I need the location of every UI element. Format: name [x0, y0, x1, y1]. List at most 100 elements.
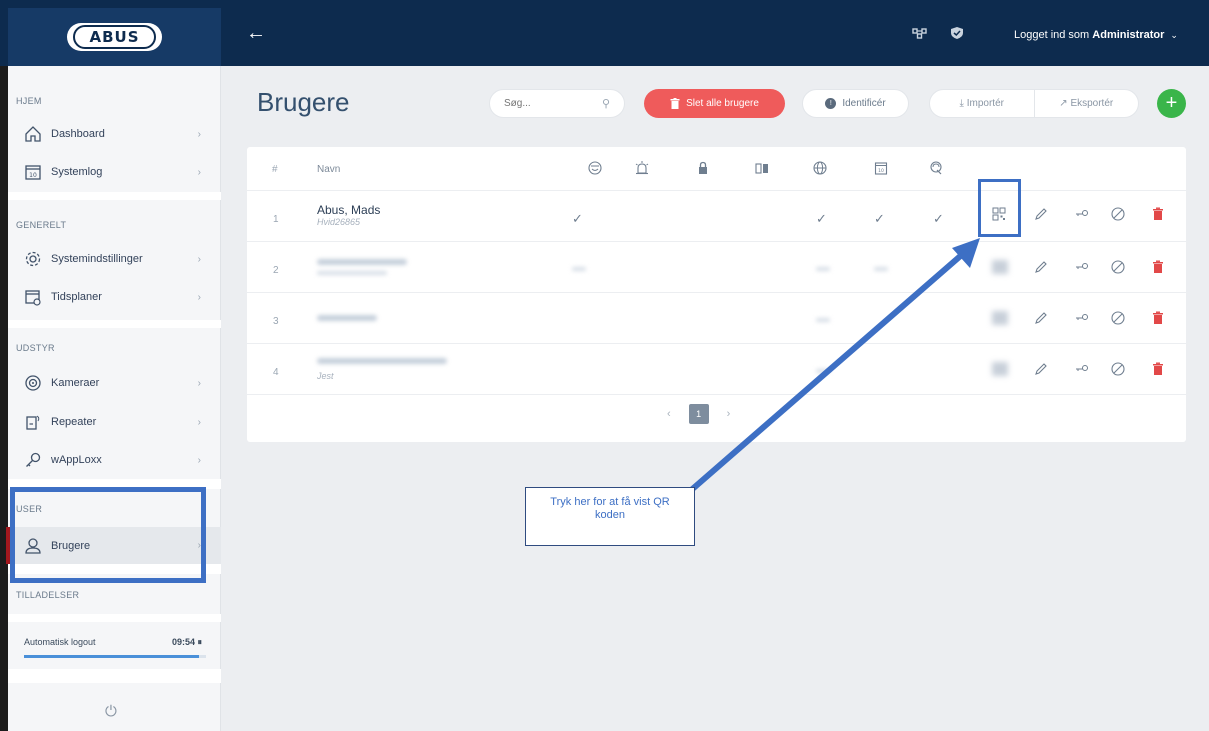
annotation-callout: Tryk her for at få vist QR koden: [525, 487, 695, 546]
key-icon[interactable]: [1075, 362, 1089, 376]
brugere-highlight-box: [10, 487, 206, 583]
sidebar-item-repeater[interactable]: Repeater ›: [8, 405, 221, 439]
sidebar-item-tidsplaner[interactable]: Tidsplaner ›: [8, 280, 221, 314]
sidebar-item-systemlog[interactable]: 10 Systemlog ›: [8, 155, 221, 189]
qr-code-icon[interactable]: [992, 260, 1008, 274]
lock-icon: [699, 161, 707, 174]
user-name-redacted: [317, 259, 407, 265]
page-title: Brugere: [257, 87, 350, 117]
key-icon[interactable]: [1075, 311, 1089, 325]
table-header: # Navn 10: [247, 147, 1186, 191]
section-hjem: HJEM: [16, 96, 42, 106]
edit-pencil-icon[interactable]: [1034, 311, 1048, 325]
table-row[interactable]: 1 Abus, Mads Hvid26865 ✓ ✓ ✓ ✓: [247, 191, 1186, 242]
chevron-down-icon: ⌄: [1170, 30, 1178, 40]
pause-icon: ⏸: [197, 637, 203, 647]
calendar-icon: 10: [25, 165, 41, 180]
identify-button[interactable]: ! Identificér: [802, 89, 909, 118]
user-group: Jest: [317, 371, 334, 381]
export-icon: ↗: [1059, 98, 1068, 109]
search-icon[interactable]: ⚲: [602, 97, 610, 110]
auto-logout-progress-fill: [24, 655, 199, 658]
qr-code-icon[interactable]: [992, 311, 1008, 325]
alarm-icon: [635, 161, 649, 175]
trash-icon[interactable]: [1151, 260, 1165, 274]
chevron-right-icon: ›: [197, 377, 201, 389]
trash-icon[interactable]: [1151, 362, 1165, 376]
pagination: ‹ 1 ›: [667, 404, 730, 424]
export-button[interactable]: ↗ Eksportér: [1035, 98, 1139, 109]
qr-code-icon[interactable]: [992, 362, 1008, 376]
login-menu[interactable]: Logget ind som Administrator ⌄: [1014, 29, 1178, 41]
sidebar-item-kameraer[interactable]: Kameraer ›: [8, 366, 221, 400]
shield-icon[interactable]: [950, 26, 964, 40]
calendar-icon: 10: [874, 162, 888, 175]
trash-icon[interactable]: [1151, 207, 1165, 221]
active-marker: [6, 527, 9, 564]
logo-area[interactable]: ABUS: [8, 8, 221, 66]
door-icon: [755, 163, 768, 174]
section-tilladelser: TILLADELSER: [16, 590, 80, 600]
abus-logo: ABUS: [67, 23, 162, 51]
window-edge: [0, 0, 8, 731]
user-name[interactable]: Abus, Mads: [317, 203, 380, 217]
row-number: 3: [273, 316, 279, 327]
network-icon[interactable]: [912, 27, 928, 39]
block-icon[interactable]: [1111, 311, 1125, 325]
block-icon[interactable]: [1111, 362, 1125, 376]
sidebar-item-dashboard[interactable]: Dashboard ›: [8, 117, 221, 151]
chevron-right-icon: ›: [197, 291, 201, 303]
trash-icon: [670, 98, 680, 109]
qr-highlight-box: [978, 179, 1021, 237]
section-generelt: GENERELT: [16, 220, 67, 230]
auto-logout-time: 09:54 ⏸: [172, 637, 203, 647]
check-icon: ✓: [572, 211, 583, 226]
sidebar: HJEM Dashboard › 10 Systemlog › GENERELT S…: [8, 66, 221, 731]
row-number: 2: [273, 265, 279, 276]
login-user: Administrator: [1092, 29, 1165, 41]
back-arrow-icon[interactable]: ←: [246, 22, 266, 45]
home-icon: [25, 126, 41, 142]
camera-icon: [25, 375, 41, 391]
table-row[interactable]: 3: [247, 293, 1186, 344]
import-button[interactable]: ⤓ Importér: [930, 98, 1034, 109]
user-name-redacted: [317, 358, 447, 364]
block-icon[interactable]: [1111, 260, 1125, 274]
sidebar-item-wapploxx[interactable]: wAppLoxx ›: [8, 443, 221, 477]
add-user-button[interactable]: +: [1157, 89, 1186, 118]
svg-text:10: 10: [878, 168, 884, 174]
prev-page-button[interactable]: ‹: [667, 408, 671, 420]
repeater-icon: [26, 415, 40, 430]
page-1-button[interactable]: 1: [688, 404, 709, 424]
table-row[interactable]: 2: [247, 242, 1186, 293]
auto-logout-label: Automatisk logout: [24, 637, 96, 647]
row-number: 1: [273, 214, 279, 225]
chevron-right-icon: ›: [197, 128, 201, 140]
key-icon: [26, 452, 41, 467]
key-icon[interactable]: [1075, 260, 1089, 274]
users-table: # Navn 10 1 Abus, Mads Hvid26865 ✓ ✓ ✓ ✓…: [247, 147, 1186, 442]
face-icon: [588, 161, 602, 175]
power-icon[interactable]: ⏻: [105, 703, 117, 720]
search-box[interactable]: ⚲: [489, 89, 625, 118]
table-row[interactable]: 4 Jest: [247, 344, 1186, 395]
block-icon[interactable]: [1111, 207, 1125, 221]
check-icon: ✓: [816, 211, 827, 226]
col-number: #: [272, 164, 278, 175]
search-input[interactable]: [504, 98, 594, 109]
download-icon: ⤓: [959, 98, 964, 109]
sidebar-item-systemindstillinger[interactable]: Systemindstillinger ›: [8, 242, 221, 276]
trash-icon[interactable]: [1151, 311, 1165, 325]
gear-icon: [25, 251, 41, 267]
edit-pencil-icon[interactable]: [1034, 207, 1048, 221]
chevron-right-icon: ›: [197, 166, 201, 178]
globe-icon: [813, 161, 827, 175]
check-icon: ✓: [933, 211, 944, 226]
edit-pencil-icon[interactable]: [1034, 260, 1048, 274]
next-page-button[interactable]: ›: [727, 408, 731, 420]
schedule-icon: [25, 290, 41, 306]
section-udstyr: UDSTYR: [16, 343, 55, 353]
delete-all-users-button[interactable]: Slet alle brugere: [644, 89, 785, 118]
key-icon[interactable]: [1075, 207, 1089, 221]
edit-pencil-icon[interactable]: [1034, 362, 1048, 376]
